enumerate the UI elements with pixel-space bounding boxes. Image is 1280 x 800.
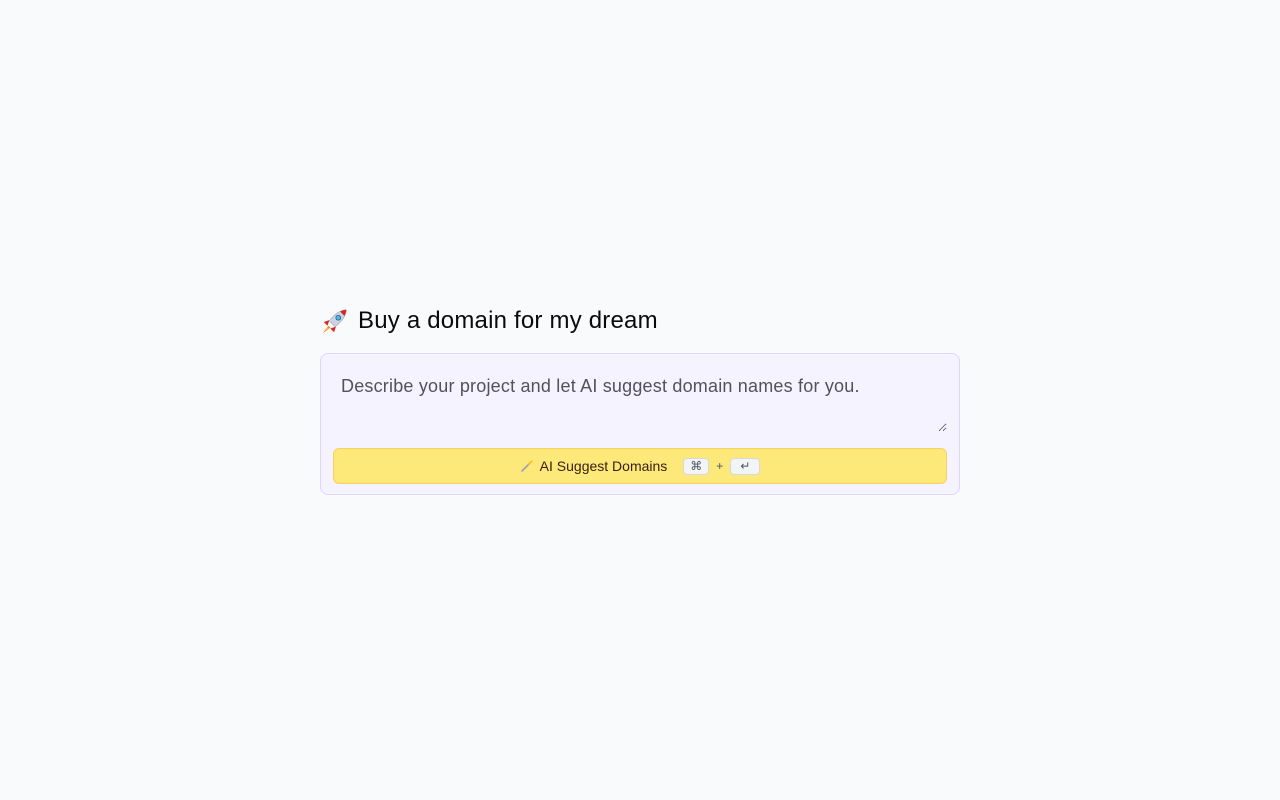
- rocket-icon: [322, 309, 347, 334]
- prompt-card: AI Suggest Domains ⌘ + ↵: [320, 353, 960, 495]
- ai-suggest-domains-label: AI Suggest Domains: [539, 458, 668, 474]
- project-description-input[interactable]: [333, 366, 947, 432]
- enter-key-icon: ↵: [730, 457, 761, 475]
- ai-suggest-domains-button[interactable]: AI Suggest Domains ⌘ + ↵: [333, 448, 947, 484]
- page-title: Buy a domain for my dream: [320, 305, 960, 337]
- magic-wand-icon: [520, 460, 533, 472]
- domain-search-panel: Buy a domain for my dream AI Suggest Dom…: [320, 305, 960, 495]
- shortcut-plus: +: [716, 459, 724, 473]
- page-title-text: Buy a domain for my dream: [358, 307, 658, 334]
- page: Buy a domain for my dream AI Suggest Dom…: [0, 0, 1280, 800]
- command-key-icon: ⌘: [683, 457, 710, 475]
